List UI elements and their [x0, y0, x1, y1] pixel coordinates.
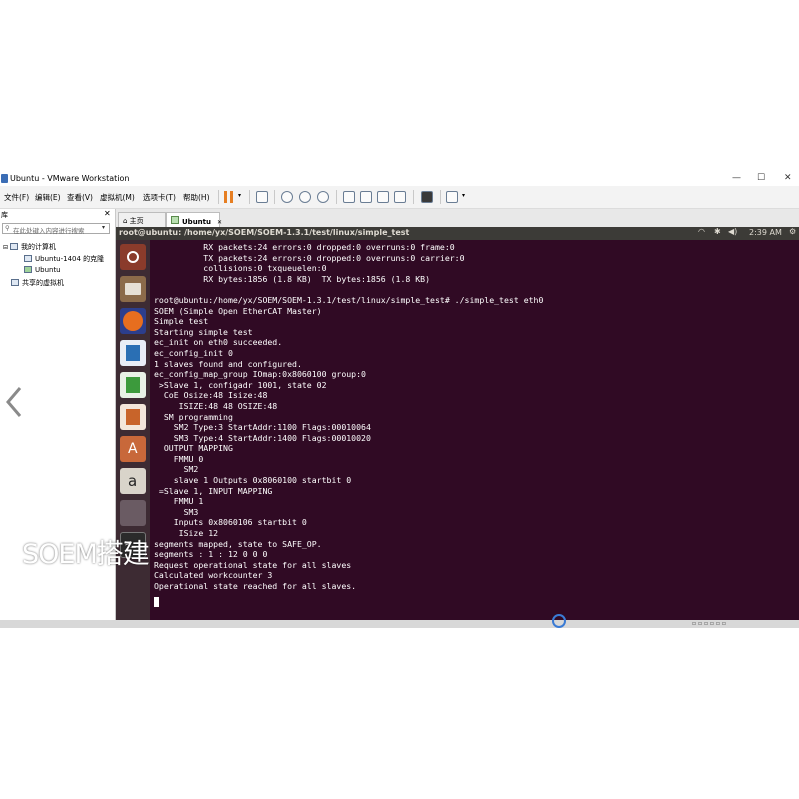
toolbar-separator	[440, 190, 441, 204]
menu-edit[interactable]: 编辑(E)	[35, 192, 61, 203]
library-title: 库	[1, 211, 8, 219]
search-icon: ⚲	[5, 224, 10, 232]
unity-icon[interactable]	[394, 191, 406, 203]
vm-running-icon	[24, 266, 32, 273]
menu-help[interactable]: 帮助(H)	[183, 192, 210, 203]
firefox-icon[interactable]	[120, 308, 146, 334]
terminal-window-title: root@ubuntu: /home/yx/SOEM/SOEM-1.3.1/te…	[119, 228, 410, 237]
search-placeholder: 在此处键入内容进行搜索	[13, 227, 85, 235]
menu-tabs[interactable]: 选项卡(T)	[143, 192, 176, 203]
stretch-dropdown-icon[interactable]: ▾	[462, 192, 465, 199]
tree-item-shared-vms[interactable]: 共享的虚拟机	[11, 278, 64, 288]
title-bar: Ubuntu - VMware Workstation — ☐ ✕	[0, 172, 799, 186]
video-caption: SOEM搭建	[22, 539, 150, 570]
toolbar-separator	[274, 190, 275, 204]
tree-item-ubuntu-clone[interactable]: Ubuntu-1404 的克隆	[24, 254, 104, 264]
menu-view[interactable]: 查看(V)	[67, 192, 93, 203]
clock[interactable]: 2:39 AM	[749, 228, 782, 237]
status-indicator-icon[interactable]	[552, 614, 566, 628]
files-icon[interactable]	[120, 276, 146, 302]
ubuntu-top-bar: root@ubuntu: /home/yx/SOEM/SOEM-1.3.1/te…	[116, 227, 799, 240]
settings-gear-icon[interactable]: ⚙	[789, 227, 796, 236]
ubuntu-dash-icon[interactable]	[120, 244, 146, 270]
tree-item-ubuntu[interactable]: Ubuntu	[24, 266, 61, 274]
thumbnail-bar-icon[interactable]	[360, 191, 372, 203]
software-center-icon[interactable]: A	[120, 436, 146, 462]
maximize-icon[interactable]: ☐	[757, 173, 765, 183]
menu-bar: 文件(F) 编辑(E) 查看(V) 虚拟机(M) 选项卡(T) 帮助(H) ▾ …	[0, 186, 799, 209]
library-header: 库 ✕	[0, 209, 115, 221]
toolbar-separator	[413, 190, 414, 204]
chevron-down-icon[interactable]: ▾	[102, 224, 105, 231]
device-icons[interactable]: ▫ ▫ ▫ ▫ ▫ ▫	[692, 620, 726, 627]
writer-icon[interactable]	[120, 340, 146, 366]
tab-home[interactable]: ⌂ 主页	[118, 212, 166, 227]
vm-icon	[24, 255, 32, 262]
shared-vms-icon	[11, 279, 19, 286]
library-close-icon[interactable]: ✕	[104, 209, 111, 218]
window-title: Ubuntu - VMware Workstation	[10, 174, 130, 183]
pause-dropdown-icon[interactable]: ▾	[238, 192, 241, 199]
toolbar-separator	[218, 190, 219, 204]
terminal-cursor	[154, 597, 159, 607]
computer-icon	[10, 243, 19, 250]
menu-vm[interactable]: 虚拟机(M)	[100, 192, 135, 203]
send-ctrl-alt-del-icon[interactable]	[256, 191, 268, 203]
revert-snapshot-icon[interactable]	[299, 191, 311, 203]
console-view-icon[interactable]	[421, 191, 433, 203]
status-bar: ▫ ▫ ▫ ▫ ▫ ▫	[0, 614, 799, 628]
library-search[interactable]: ⚲ 在此处键入内容进行搜索 ▾	[2, 223, 110, 235]
pause-icon[interactable]	[224, 191, 234, 203]
full-screen-icon[interactable]	[377, 191, 389, 203]
menu-file[interactable]: 文件(F)	[4, 192, 29, 203]
terminal-window[interactable]: RX packets:24 errors:0 dropped:0 overrun…	[150, 240, 799, 624]
toolbar-separator	[336, 190, 337, 204]
collapse-icon[interactable]: ⊟	[3, 244, 8, 251]
volume-icon[interactable]: ◀)	[728, 227, 737, 236]
tree-item-my-computer[interactable]: ⊟ 我的计算机	[3, 242, 56, 252]
tab-ubuntu[interactable]: Ubuntu ✕	[166, 212, 222, 227]
network-icon[interactable]: ◠	[698, 227, 705, 236]
app-icon	[1, 174, 8, 183]
snapshot-manager-icon[interactable]	[317, 191, 329, 203]
settings-icon[interactable]	[120, 500, 146, 526]
show-library-icon[interactable]	[343, 191, 355, 203]
previous-arrow-icon[interactable]	[4, 384, 24, 420]
stretch-guest-icon[interactable]	[446, 191, 458, 203]
snapshot-icon[interactable]	[281, 191, 293, 203]
amazon-icon[interactable]: a	[120, 468, 146, 494]
toolbar-separator	[249, 190, 250, 204]
calc-icon[interactable]	[120, 372, 146, 398]
bluetooth-icon[interactable]: ✱	[714, 227, 721, 236]
close-icon[interactable]: ✕	[784, 173, 792, 183]
tab-close-icon[interactable]: ✕	[217, 219, 222, 226]
minimize-icon[interactable]: —	[732, 173, 741, 183]
terminal-output: RX packets:24 errors:0 dropped:0 overrun…	[154, 242, 544, 591]
home-icon: ⌂	[123, 217, 130, 225]
vm-tab-icon	[171, 216, 179, 224]
impress-icon[interactable]	[120, 404, 146, 430]
tab-strip: ⌂ 主页 Ubuntu ✕	[116, 209, 799, 227]
